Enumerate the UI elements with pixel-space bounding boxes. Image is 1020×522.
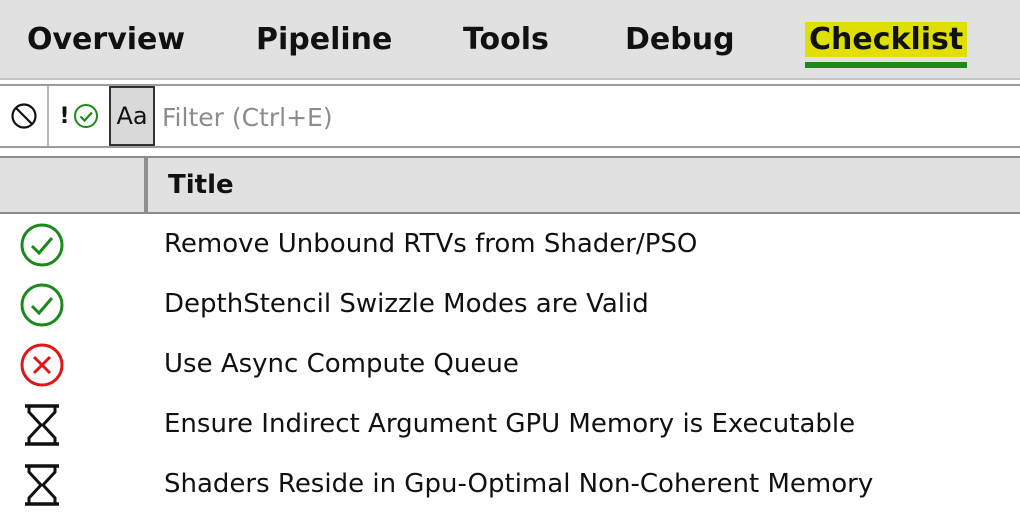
tab-checklist-label: Checklist [805, 22, 968, 57]
table-row[interactable]: Shaders Reside in Gpu-Optimal Non-Cohere… [0, 454, 1020, 514]
row-title: Ensure Indirect Argument GPU Memory is E… [164, 409, 856, 439]
filter-toolbar: ! Aa [0, 84, 1020, 148]
status-filter-bang: ! [59, 103, 70, 129]
tab-overview[interactable]: Overview [27, 18, 185, 62]
filter-input[interactable] [160, 94, 1014, 140]
status-filter-button[interactable]: ! [49, 86, 109, 146]
hourglass-icon [18, 401, 66, 449]
checklist-rows: Remove Unbound RTVs from Shader/PSO Dept… [0, 214, 1020, 514]
row-title: Shaders Reside in Gpu-Optimal Non-Cohere… [164, 469, 874, 499]
table-row[interactable]: Use Async Compute Queue [0, 334, 1020, 394]
table-header: Title [0, 156, 1020, 214]
row-title: DepthStencil Swizzle Modes are Valid [164, 289, 649, 319]
table-row[interactable]: DepthStencil Swizzle Modes are Valid [0, 274, 1020, 334]
x-circle-icon [18, 341, 66, 389]
table-row[interactable]: Remove Unbound RTVs from Shader/PSO [0, 214, 1020, 274]
match-case-toggle[interactable]: Aa [109, 86, 155, 146]
tab-pipeline-label: Pipeline [256, 22, 393, 57]
tab-bar: Overview Pipeline Tools Debug Checklist [0, 0, 1020, 80]
tab-overview-label: Overview [27, 22, 186, 57]
check-circle-icon [73, 103, 99, 129]
row-title: Use Async Compute Queue [164, 349, 519, 379]
clear-filter-button[interactable] [0, 86, 49, 146]
match-case-label: Aa [116, 102, 148, 130]
check-circle-icon [18, 221, 66, 269]
tab-checklist[interactable]: Checklist [805, 18, 968, 68]
tab-debug-label: Debug [625, 22, 735, 57]
check-circle-icon [18, 281, 66, 329]
tab-pipeline[interactable]: Pipeline [256, 18, 392, 62]
tab-debug[interactable]: Debug [625, 18, 735, 62]
row-title: Remove Unbound RTVs from Shader/PSO [164, 229, 698, 259]
tab-tools[interactable]: Tools [463, 18, 549, 62]
prohibited-icon [10, 102, 38, 130]
column-header-title[interactable]: Title [168, 158, 234, 212]
table-row[interactable]: Ensure Indirect Argument GPU Memory is E… [0, 394, 1020, 454]
tab-tools-label: Tools [463, 22, 549, 57]
column-resize-handle[interactable] [144, 158, 148, 212]
hourglass-icon [18, 461, 66, 509]
